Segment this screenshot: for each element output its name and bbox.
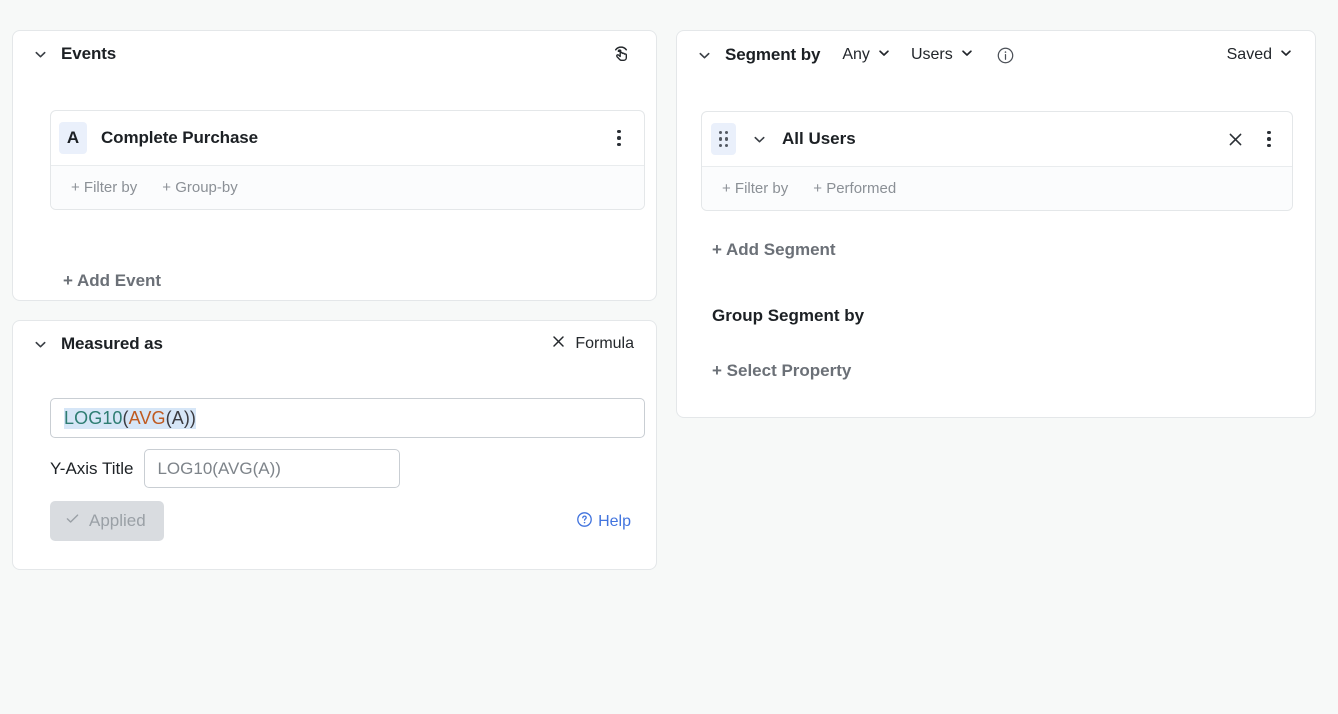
entity-type-value: Users xyxy=(911,46,953,64)
formula-token-aggregate: AVG xyxy=(129,408,166,428)
event-letter-badge: A xyxy=(59,122,87,154)
chevron-down-icon xyxy=(1279,46,1293,65)
kebab-menu-icon[interactable] xyxy=(608,125,630,151)
chevron-down-icon xyxy=(877,46,891,65)
apply-formula-button[interactable]: Applied xyxy=(50,501,164,541)
events-panel-header: Events xyxy=(13,31,656,77)
segment-item-main-row[interactable]: All Users xyxy=(702,112,1292,166)
group-segment-by-title: Group Segment by xyxy=(712,306,864,326)
check-icon xyxy=(64,510,81,532)
help-link[interactable]: Help xyxy=(576,511,631,533)
formula-token-punctuation-close: (A)) xyxy=(166,408,196,428)
kebab-menu-icon[interactable] xyxy=(1258,126,1280,152)
events-panel: Events A Complete Purchase + Filter by +… xyxy=(12,30,657,301)
y-axis-title-input[interactable]: LOG10(AVG(A)) xyxy=(144,449,400,488)
segment-name[interactable]: All Users xyxy=(782,129,1223,149)
formula-token-function: LOG10 xyxy=(64,408,123,428)
add-event-button[interactable]: + Add Event xyxy=(63,271,161,291)
chevron-down-icon xyxy=(960,46,974,65)
y-axis-title-label: Y-Axis Title xyxy=(50,459,133,479)
apply-formula-label: Applied xyxy=(89,511,146,531)
event-item: A Complete Purchase + Filter by + Group-… xyxy=(50,110,645,210)
formula-expression: LOG10(AVG(A)) xyxy=(64,408,196,429)
saved-segments-value: Saved xyxy=(1227,46,1272,64)
entity-type-dropdown[interactable]: Users xyxy=(911,46,974,65)
measured-as-panel: Measured as Formula LOG10(AVG(A)) Y-Axis… xyxy=(12,320,657,570)
y-axis-title-row: Y-Axis Title LOG10(AVG(A)) xyxy=(50,449,400,488)
close-x-icon[interactable] xyxy=(1223,127,1247,151)
close-x-icon xyxy=(551,334,566,354)
info-circle-icon[interactable] xyxy=(996,45,1016,65)
match-type-value: Any xyxy=(842,46,870,64)
event-name[interactable]: Complete Purchase xyxy=(101,128,608,148)
measured-as-panel-header: Measured as Formula xyxy=(13,321,656,367)
segment-by-panel: Segment by Any Users xyxy=(676,30,1316,418)
add-filter-by-button[interactable]: + Filter by xyxy=(722,180,788,197)
segment-item-subrow: + Filter by + Performed xyxy=(702,166,1292,210)
event-item-main-row[interactable]: A Complete Purchase xyxy=(51,111,644,165)
add-filter-by-button[interactable]: + Filter by xyxy=(71,179,137,196)
tap-gesture-icon[interactable] xyxy=(608,41,634,67)
chevron-down-icon[interactable] xyxy=(748,128,770,150)
add-segment-button[interactable]: + Add Segment xyxy=(712,240,836,260)
help-label: Help xyxy=(598,513,631,531)
chevron-down-icon[interactable] xyxy=(693,44,715,66)
event-item-subrow: + Filter by + Group-by xyxy=(51,165,644,209)
formula-toggle-button[interactable]: Formula xyxy=(551,334,634,354)
add-performed-button[interactable]: + Performed xyxy=(813,180,896,197)
segment-item: All Users + Filter by + Performed xyxy=(701,111,1293,211)
analytics-query-builder-page: Events A Complete Purchase + Filter by +… xyxy=(0,0,1338,714)
chevron-down-icon[interactable] xyxy=(29,43,51,65)
chevron-down-icon[interactable] xyxy=(29,333,51,355)
segment-by-panel-header: Segment by Any Users xyxy=(677,31,1315,79)
events-panel-title: Events xyxy=(61,44,116,64)
drag-handle-icon[interactable] xyxy=(711,123,736,155)
question-circle-icon xyxy=(576,511,593,533)
match-type-dropdown[interactable]: Any xyxy=(842,46,891,65)
segment-by-panel-title: Segment by xyxy=(725,45,820,65)
formula-toggle-label: Formula xyxy=(575,335,634,353)
select-property-button[interactable]: + Select Property xyxy=(712,361,851,381)
saved-segments-dropdown[interactable]: Saved xyxy=(1227,46,1293,65)
add-group-by-button[interactable]: + Group-by xyxy=(162,179,237,196)
formula-input[interactable]: LOG10(AVG(A)) xyxy=(50,398,645,438)
measured-as-panel-title: Measured as xyxy=(61,334,163,354)
drag-handle-dots xyxy=(719,131,728,147)
